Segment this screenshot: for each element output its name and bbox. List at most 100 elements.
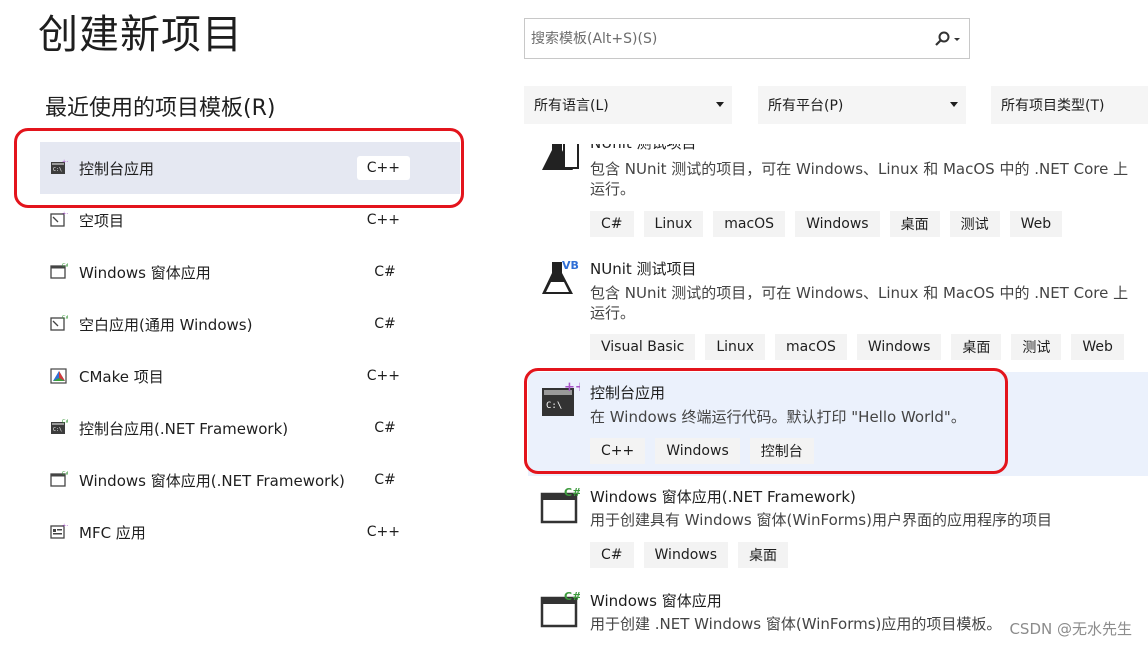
svg-text:++: ++	[62, 523, 68, 529]
template-tag: Web	[1071, 334, 1124, 360]
recent-item-label: 空白应用(通用 Windows)	[79, 316, 253, 334]
windows-form-icon: C#	[50, 263, 68, 279]
recent-item-console-app[interactable]: C:\++ 控制台应用 C++	[40, 142, 460, 194]
page-title: 创建新项目	[38, 12, 243, 58]
template-description: 包含 NUnit 测试的项目，可在 Windows、Linux 和 MacOS …	[590, 160, 1129, 198]
filter-bar-background	[524, 124, 1148, 144]
empty-project-icon: ++	[50, 211, 68, 227]
template-item-nunit-csharp[interactable]: NUnit 测试项目 包含 NUnit 测试的项目，可在 Windows、Lin…	[528, 130, 1148, 244]
template-item-nunit-vb[interactable]: VB NUnit 测试项目 包含 NUnit 测试的项目，可在 Windows、…	[528, 250, 1148, 364]
svg-text:++: ++	[62, 211, 68, 217]
windows-form-csharp-icon: C#	[540, 590, 580, 628]
template-item-console-app[interactable]: C:\++ 控制台应用 在 Windows 终端运行代码。默认打印 "Hello…	[528, 372, 1148, 476]
template-tag: C#	[590, 211, 634, 237]
template-tag: Web	[1009, 211, 1063, 237]
watermark: CSDN @无水先生	[1007, 618, 1134, 639]
svg-text:C#: C#	[62, 315, 68, 321]
template-tag: Linux	[643, 211, 704, 237]
template-tags: Visual Basic Linux macOS Windows 桌面 测试 W…	[590, 334, 1124, 360]
template-tag: Visual Basic	[590, 334, 696, 360]
search-input[interactable]	[525, 19, 925, 58]
recent-item-cmake[interactable]: CMake 项目 C++	[40, 350, 460, 402]
recent-item-mfc[interactable]: ++ MFC 应用 C++	[40, 506, 460, 558]
language-badge: C#	[360, 260, 410, 284]
svg-text:C:\: C:\	[546, 401, 562, 411]
nunit-vb-icon: VB	[542, 259, 579, 294]
template-description: 包含 NUnit 测试的项目，可在 Windows、Linux 和 MacOS …	[590, 284, 1129, 322]
platform-filter-label: 所有平台(P)	[768, 98, 844, 114]
language-filter[interactable]: 所有语言(L)	[524, 86, 732, 124]
recent-item-label: Windows 窗体应用(.NET Framework)	[79, 472, 345, 490]
template-title: Windows 窗体应用(.NET Framework)	[590, 488, 856, 506]
recent-item-label: 控制台应用	[79, 160, 155, 178]
blank-uwp-icon: C#	[50, 315, 68, 331]
language-badge: C++	[356, 364, 410, 388]
template-tag: 控制台	[749, 438, 814, 464]
svg-text:C:\: C:\	[53, 167, 62, 173]
recent-item-empty-project[interactable]: ++ 空项目 C++	[40, 194, 460, 246]
template-tag: C#	[590, 542, 634, 568]
language-badge: C#	[360, 416, 410, 440]
svg-text:C:\: C:\	[53, 427, 62, 433]
recent-item-windows-form[interactable]: C# Windows 窗体应用 C#	[40, 246, 460, 298]
search-icon	[935, 31, 960, 46]
template-tag: Windows	[795, 211, 880, 237]
recent-item-label: 控制台应用(.NET Framework)	[79, 420, 289, 438]
svg-text:++: ++	[62, 159, 68, 165]
project-type-filter-label: 所有项目类型(T)	[1001, 98, 1105, 114]
language-badge: C++	[356, 156, 410, 180]
template-tag: Windows	[655, 438, 740, 464]
template-tag: 测试	[1011, 334, 1062, 360]
template-tag: 桌面	[889, 211, 940, 237]
chevron-down-icon	[950, 102, 958, 107]
language-badge: C#	[360, 468, 410, 492]
template-tag: macOS	[713, 211, 786, 237]
recent-templates-list: C:\++ 控制台应用 C++ ++ 空项目 C++ C# Windows 窗体…	[40, 142, 460, 558]
template-tag: C++	[590, 438, 646, 464]
project-type-filter[interactable]: 所有项目类型(T)	[991, 86, 1148, 124]
template-item-windows-form-netfx[interactable]: C# Windows 窗体应用(.NET Framework) 用于创建具有 W…	[528, 476, 1148, 580]
template-tag: Linux	[705, 334, 766, 360]
recent-item-windows-form-netfx[interactable]: C# Windows 窗体应用(.NET Framework) C#	[40, 454, 460, 506]
mfc-icon: ++	[50, 523, 68, 539]
console-app-icon: C:\C#	[51, 419, 68, 434]
template-title: NUnit 测试项目	[590, 260, 697, 278]
svg-text:C#: C#	[62, 263, 68, 269]
svg-text:C#: C#	[564, 486, 580, 499]
recent-item-label: 空项目	[79, 212, 125, 230]
recent-item-label: Windows 窗体应用	[79, 264, 211, 282]
template-tags: C++ Windows 控制台	[590, 438, 814, 464]
recent-item-blank-uwp[interactable]: C# 空白应用(通用 Windows) C#	[40, 298, 460, 350]
windows-form-icon: C#	[50, 471, 68, 487]
recent-item-label: MFC 应用	[79, 524, 146, 542]
platform-filter[interactable]: 所有平台(P)	[758, 86, 966, 124]
svg-text:++: ++	[564, 380, 580, 395]
template-tags: C# Linux macOS Windows 桌面 测试 Web	[590, 211, 1063, 237]
template-search-box[interactable]	[524, 18, 970, 59]
template-tag: Windows	[643, 542, 729, 568]
recent-item-label: CMake 项目	[79, 368, 164, 386]
search-button[interactable]	[931, 28, 965, 50]
language-badge: C++	[356, 208, 410, 232]
template-description: 用于创建具有 Windows 窗体(WinForms)用户界面的应用程序的项目	[590, 511, 1052, 529]
console-app-cpp-icon: C:\++	[542, 380, 580, 416]
template-tag: macOS	[775, 334, 847, 360]
language-filter-label: 所有语言(L)	[534, 98, 609, 114]
template-title: Windows 窗体应用	[590, 592, 722, 610]
template-tag: 桌面	[738, 542, 789, 568]
template-tag: 桌面	[951, 334, 1002, 360]
recent-templates-heading: 最近使用的项目模板(R)	[45, 96, 276, 121]
template-tag: Windows	[856, 334, 942, 360]
language-badge: C#	[360, 312, 410, 336]
svg-text:C#: C#	[564, 590, 580, 603]
recent-item-console-app-netfx[interactable]: C:\C# 控制台应用(.NET Framework) C#	[40, 402, 460, 454]
template-tag: 测试	[949, 211, 1000, 237]
svg-text:C#: C#	[62, 419, 68, 425]
svg-text:C#: C#	[62, 471, 68, 477]
chevron-down-icon	[716, 102, 724, 107]
template-tags: C# Windows 桌面	[590, 542, 789, 568]
console-app-icon: C:\++	[51, 159, 68, 174]
template-description: 在 Windows 终端运行代码。默认打印 "Hello World"。	[590, 408, 966, 426]
windows-form-csharp-icon: C#	[540, 486, 580, 524]
cmake-icon	[50, 368, 67, 384]
